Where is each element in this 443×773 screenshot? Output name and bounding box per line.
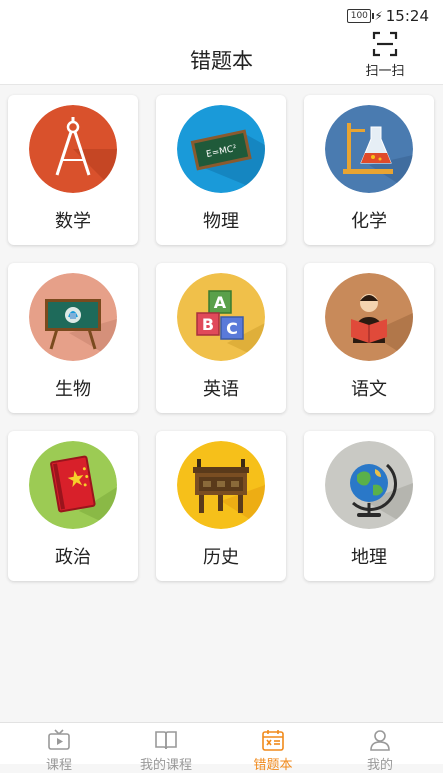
flask-icon bbox=[325, 105, 413, 193]
scan-label: 扫一扫 bbox=[365, 64, 405, 79]
svg-text:C: C bbox=[226, 319, 238, 338]
subject-label: 语文 bbox=[351, 379, 387, 400]
scan-icon bbox=[372, 31, 398, 57]
bottom-tab-bar: 课程 我的课程 错题本 我的 bbox=[0, 722, 443, 773]
chalkboard-icon: E=MC² bbox=[177, 105, 265, 193]
subject-card-english[interactable]: A B C 英语 bbox=[156, 263, 286, 413]
tab-label: 我的课程 bbox=[139, 758, 192, 773]
biology-board-icon bbox=[29, 273, 117, 361]
abc-blocks-icon: A B C bbox=[177, 273, 265, 361]
subject-card-geography[interactable]: 地理 bbox=[304, 431, 434, 581]
red-book-icon bbox=[29, 441, 117, 529]
subject-card-math[interactable]: 数学 bbox=[8, 95, 138, 245]
tab-label: 错题本 bbox=[253, 758, 293, 773]
scan-button[interactable]: 扫一扫 bbox=[357, 30, 413, 84]
subject-card-chinese[interactable]: 语文 bbox=[304, 263, 434, 413]
reading-person-icon bbox=[325, 273, 413, 361]
tv-play-icon bbox=[48, 729, 70, 750]
globe-icon bbox=[325, 441, 413, 529]
subject-card-biology[interactable]: 生物 bbox=[8, 263, 138, 413]
tab-profile[interactable]: 我的 bbox=[325, 729, 435, 773]
subject-card-history[interactable]: 历史 bbox=[156, 431, 286, 581]
subject-grid: 数学 E=MC² 物理 化学 生物 A B C 英语 语文 政治 历史 地理 bbox=[8, 95, 434, 581]
subject-label: 英语 bbox=[203, 379, 239, 400]
svg-text:B: B bbox=[202, 315, 214, 334]
app-header: 错题本 扫一扫 bbox=[0, 30, 443, 85]
subject-card-politics[interactable]: 政治 bbox=[8, 431, 138, 581]
battery-icon: 100 bbox=[347, 9, 375, 23]
subject-label: 数学 bbox=[55, 211, 91, 232]
bronze-vessel-icon bbox=[177, 441, 265, 529]
subject-card-physics[interactable]: E=MC² 物理 bbox=[156, 95, 286, 245]
status-right: 100 ⚡ 15:24 bbox=[347, 7, 429, 25]
tab-my-courses[interactable]: 我的课程 bbox=[111, 729, 221, 773]
compass-icon bbox=[29, 105, 117, 193]
subject-label: 生物 bbox=[55, 379, 91, 400]
tab-label: 课程 bbox=[45, 758, 72, 773]
charging-icon: ⚡ bbox=[374, 9, 383, 23]
subject-label: 政治 bbox=[55, 547, 91, 568]
book-icon bbox=[155, 731, 177, 750]
subject-card-chemistry[interactable]: 化学 bbox=[304, 95, 434, 245]
tab-mistake-book[interactable]: 错题本 bbox=[218, 729, 328, 773]
clock: 15:24 bbox=[385, 7, 429, 25]
tab-label: 我的 bbox=[366, 758, 393, 773]
subject-label: 地理 bbox=[351, 547, 387, 568]
calendar-x-icon bbox=[262, 730, 284, 751]
svg-text:A: A bbox=[214, 293, 227, 312]
subject-label: 历史 bbox=[203, 547, 239, 568]
subject-label: 物理 bbox=[203, 211, 239, 232]
subject-label: 化学 bbox=[351, 211, 387, 232]
user-icon bbox=[370, 730, 390, 751]
status-bar: 100 ⚡ 15:24 bbox=[0, 0, 443, 30]
tab-courses[interactable]: 课程 bbox=[4, 729, 114, 773]
